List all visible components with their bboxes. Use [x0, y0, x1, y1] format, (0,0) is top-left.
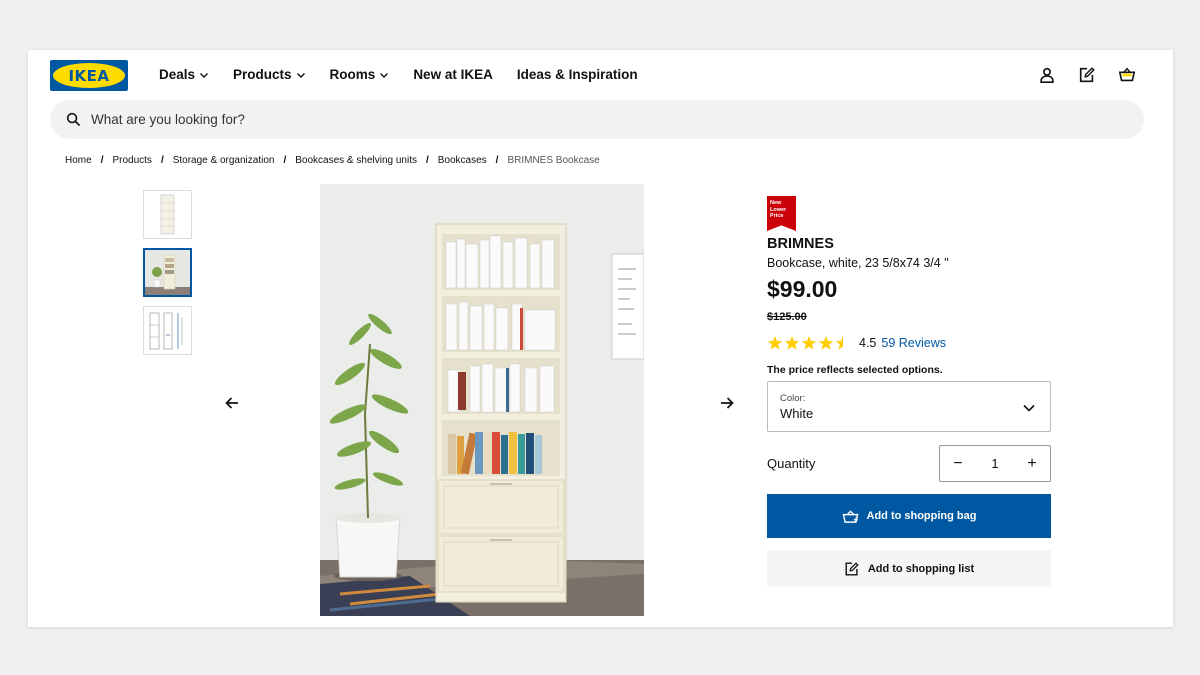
add-to-bag-label: Add to shopping bag	[866, 510, 977, 522]
chevron-down-icon	[296, 72, 305, 78]
product-page: IKEA Deals Products Rooms New at IKEA Id…	[28, 50, 1173, 627]
breadcrumb-separator: /	[283, 155, 287, 166]
nav-item-label: Rooms	[329, 67, 376, 82]
breadcrumb-storage-organization[interactable]: Storage & organization	[173, 155, 275, 166]
rating-value: 4.5	[859, 336, 877, 350]
thumbnail-room[interactable]	[143, 248, 192, 297]
search-icon	[66, 112, 81, 127]
search-bar[interactable]	[50, 100, 1144, 139]
increment-button[interactable]: +	[1025, 455, 1039, 473]
shopping-list-icon	[845, 561, 859, 575]
color-select-label: Color:	[780, 393, 806, 404]
quantity-stepper: − 1 +	[939, 445, 1051, 482]
star-icon	[801, 336, 817, 350]
badge-line: Price	[770, 213, 784, 219]
price-note: The price reflects selected options.	[767, 364, 943, 376]
product-name: BRIMNES	[767, 236, 834, 252]
star-icon	[784, 336, 800, 350]
nav-item-label: Products	[233, 67, 292, 82]
nav-item-new-at-ikea[interactable]: New at IKEA	[413, 67, 493, 82]
thumbnail-list	[143, 190, 192, 364]
ikea-logo[interactable]: IKEA	[50, 60, 128, 91]
nav-item-ideas-inspiration[interactable]: Ideas & Inspiration	[517, 67, 638, 82]
thumbnail-dimensions[interactable]	[143, 306, 192, 355]
add-to-list-label: Add to shopping list	[867, 562, 975, 575]
product-info: New Lower Price BRIMNES Bookcase, white,…	[767, 196, 1051, 587]
breadcrumb-separator: /	[495, 155, 499, 166]
quantity-label: Quantity	[767, 456, 816, 471]
quantity-row: Quantity − 1 +	[767, 445, 1051, 482]
product-description: Bookcase, white, 23 5/8x74 3/4 "	[767, 256, 949, 270]
color-select-value: White	[780, 406, 814, 421]
star-icon	[835, 336, 843, 350]
new-lower-price-badge: New Lower Price	[767, 196, 796, 231]
chevron-down-icon	[1023, 404, 1035, 412]
nav-item-label: New at IKEA	[413, 67, 493, 82]
arrow-left-icon[interactable]	[221, 392, 243, 414]
arrow-right-icon[interactable]	[716, 392, 738, 414]
nav-item-label: Deals	[159, 67, 196, 82]
shopping-list-icon[interactable]	[1077, 65, 1097, 85]
logo-text: IKEA	[68, 66, 110, 85]
breadcrumb-separator: /	[160, 155, 164, 166]
breadcrumb-bookcases[interactable]: Bookcases	[438, 155, 487, 166]
quantity-value[interactable]: 1	[991, 456, 998, 471]
user-icon[interactable]	[1037, 65, 1057, 85]
decrement-button[interactable]: −	[951, 455, 965, 473]
breadcrumb: Home / Products / Storage & organization…	[65, 155, 600, 166]
product-main-image	[320, 184, 644, 616]
add-to-list-button[interactable]: Add to shopping list	[767, 550, 1051, 587]
product-price: $99.00	[767, 276, 838, 302]
nav-item-label: Ideas & Inspiration	[516, 67, 638, 82]
nav-item-deals[interactable]: Deals	[159, 67, 209, 82]
thumbnail-product[interactable]	[143, 190, 192, 239]
nav-item-rooms[interactable]: Rooms	[330, 67, 390, 82]
header-actions	[1037, 65, 1137, 85]
chevron-down-icon	[200, 72, 209, 78]
breadcrumb-home[interactable]: Home	[65, 155, 92, 166]
star-rating	[767, 335, 851, 351]
breadcrumb-separator: /	[425, 155, 429, 166]
reviews-link[interactable]: 59 Reviews	[881, 336, 946, 350]
previous-price: $125.00	[767, 311, 807, 323]
shopping-bag-icon	[842, 509, 858, 523]
add-to-bag-button[interactable]: Add to shopping bag	[767, 494, 1051, 538]
breadcrumb-current: BRIMNES Bookcase	[507, 155, 600, 166]
color-select[interactable]: Color: White	[767, 381, 1051, 432]
star-icon	[767, 336, 783, 350]
nav-item-products[interactable]: Products	[233, 67, 306, 82]
breadcrumb-bookcases-shelving[interactable]: Bookcases & shelving units	[295, 155, 417, 166]
chevron-down-icon	[380, 72, 389, 78]
shopping-bag-icon[interactable]	[1117, 65, 1137, 85]
star-icon	[818, 336, 834, 350]
search-input[interactable]	[91, 112, 991, 127]
main-nav: Deals Products Rooms New at IKEA Ideas &…	[159, 67, 638, 82]
breadcrumb-products[interactable]: Products	[112, 155, 151, 166]
breadcrumb-separator: /	[100, 155, 104, 166]
rating-row: 4.5 59 Reviews	[767, 335, 1051, 351]
